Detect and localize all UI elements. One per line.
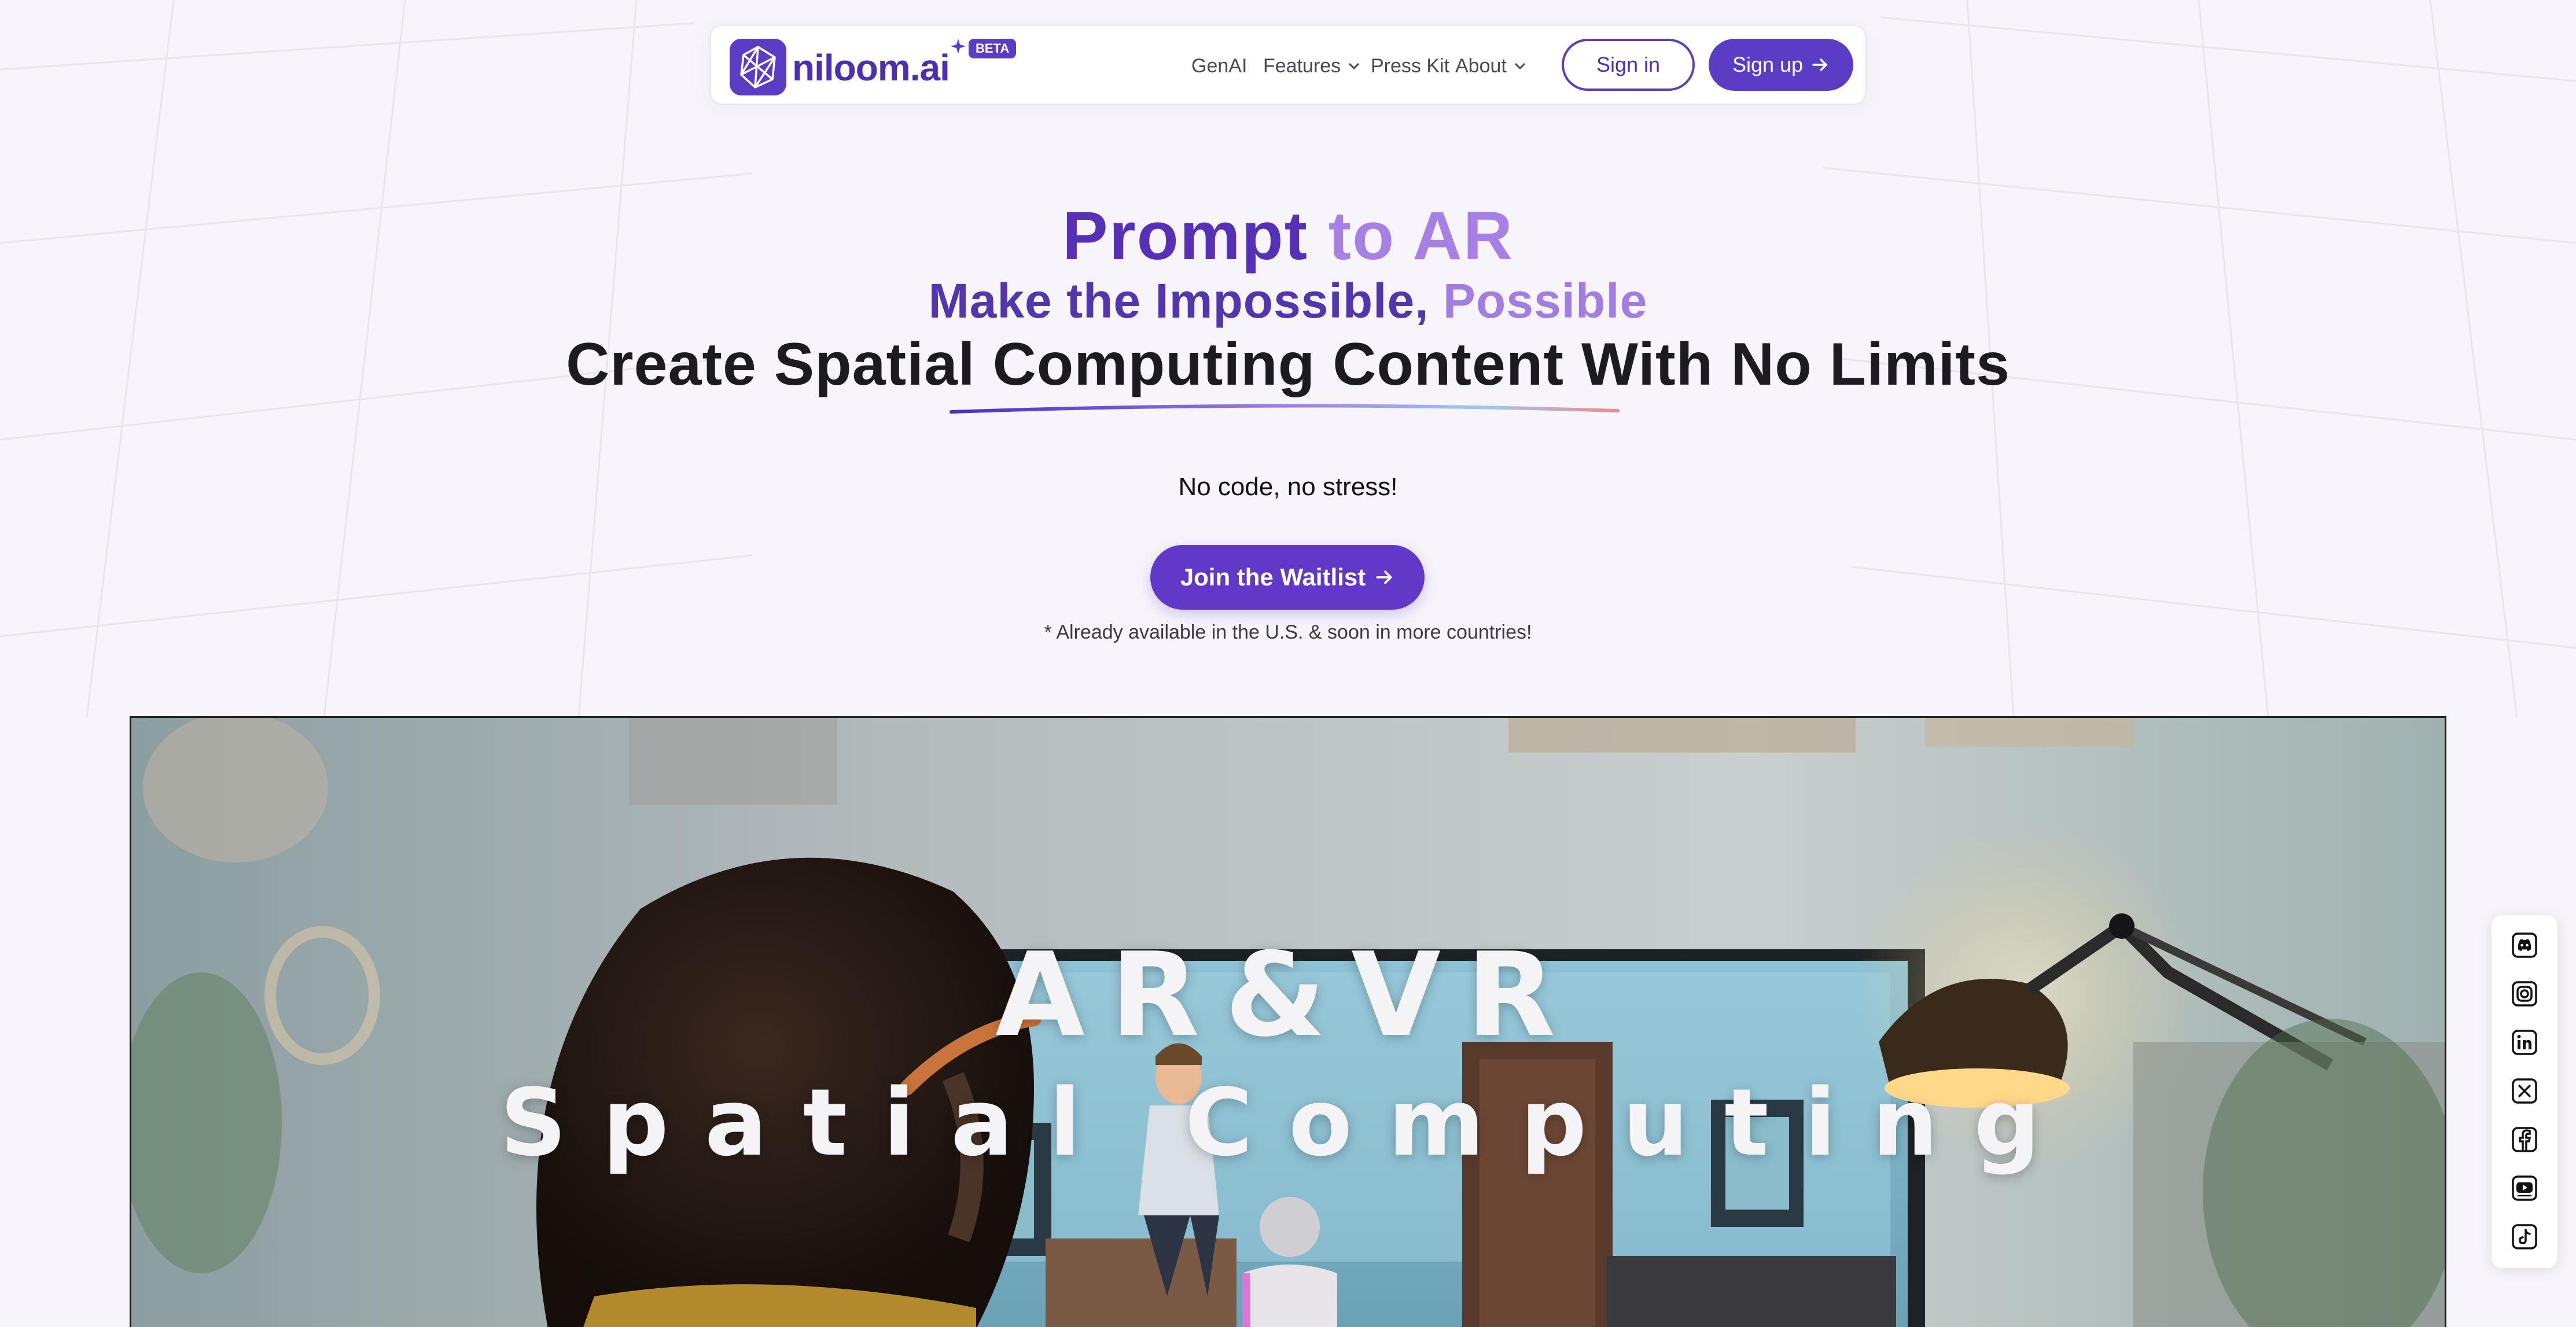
- nav-link-about[interactable]: About: [1455, 51, 1528, 80]
- nav-link-label: GenAI: [1191, 55, 1247, 77]
- chevron-down-icon: [1514, 62, 1525, 70]
- beta-badge: BETA: [969, 39, 1017, 58]
- logo-wordmark[interactable]: niloom.ai: [792, 45, 950, 91]
- hero-heading-part2: to AR: [1328, 198, 1514, 274]
- arrow-right-icon: [1376, 570, 1392, 584]
- join-waitlist-label: Join the Waitlist: [1180, 563, 1366, 591]
- nav-link-label: Press Kit: [1371, 55, 1450, 77]
- hero-subheading-part1: Make the Impossible,: [928, 274, 1429, 328]
- nav-link-genai[interactable]: GenAI: [1191, 51, 1247, 80]
- hero-heading-part1: Prompt: [1062, 198, 1308, 274]
- nav-link-label: Features: [1263, 55, 1341, 77]
- sparkle-icon: [951, 39, 966, 54]
- hero-subheading: Make the Impossible, Possible: [0, 272, 2576, 330]
- sign-in-button[interactable]: Sign in: [1562, 39, 1695, 91]
- arrow-right-icon: [1812, 58, 1827, 71]
- chevron-down-icon: [1349, 62, 1360, 70]
- hero-video[interactable]: AR&VR Spatial Computing: [130, 716, 2446, 1327]
- linkedin-icon[interactable]: [2511, 1029, 2538, 1056]
- x-twitter-icon[interactable]: [2511, 1077, 2538, 1105]
- niloom-logo-icon[interactable]: [730, 39, 786, 95]
- nav-link-press-kit[interactable]: Press Kit: [1371, 51, 1449, 80]
- sign-up-label: Sign up: [1732, 53, 1804, 76]
- hero-heading: Prompt to AR: [0, 196, 2576, 277]
- discord-icon[interactable]: [2511, 931, 2538, 959]
- instagram-icon[interactable]: [2511, 980, 2538, 1008]
- join-waitlist-button[interactable]: Join the Waitlist: [1150, 545, 1425, 610]
- hero-headline: Create Spatial Computing Content With No…: [566, 331, 2010, 398]
- video-title: AR&VR: [995, 928, 1581, 1063]
- nav-link-label: About: [1455, 55, 1507, 77]
- nav-link-features[interactable]: Features: [1263, 51, 1361, 80]
- youtube-icon[interactable]: [2511, 1174, 2538, 1202]
- tiktok-icon[interactable]: [2511, 1223, 2538, 1251]
- hero-subheading-part2: Possible: [1442, 274, 1648, 328]
- sign-up-button[interactable]: Sign up: [1709, 39, 1853, 91]
- social-links-panel: [2492, 915, 2557, 1268]
- availability-note: * Already available in the U.S. & soon i…: [1044, 621, 1532, 643]
- gradient-underline: [950, 404, 1620, 414]
- hero-tagline: No code, no stress!: [1178, 473, 1398, 501]
- video-subtitle: Spatial Computing: [500, 1068, 2076, 1177]
- facebook-icon[interactable]: [2511, 1126, 2538, 1153]
- top-navbar: niloom.ai BETA GenAI Features Press Kit …: [709, 24, 1867, 105]
